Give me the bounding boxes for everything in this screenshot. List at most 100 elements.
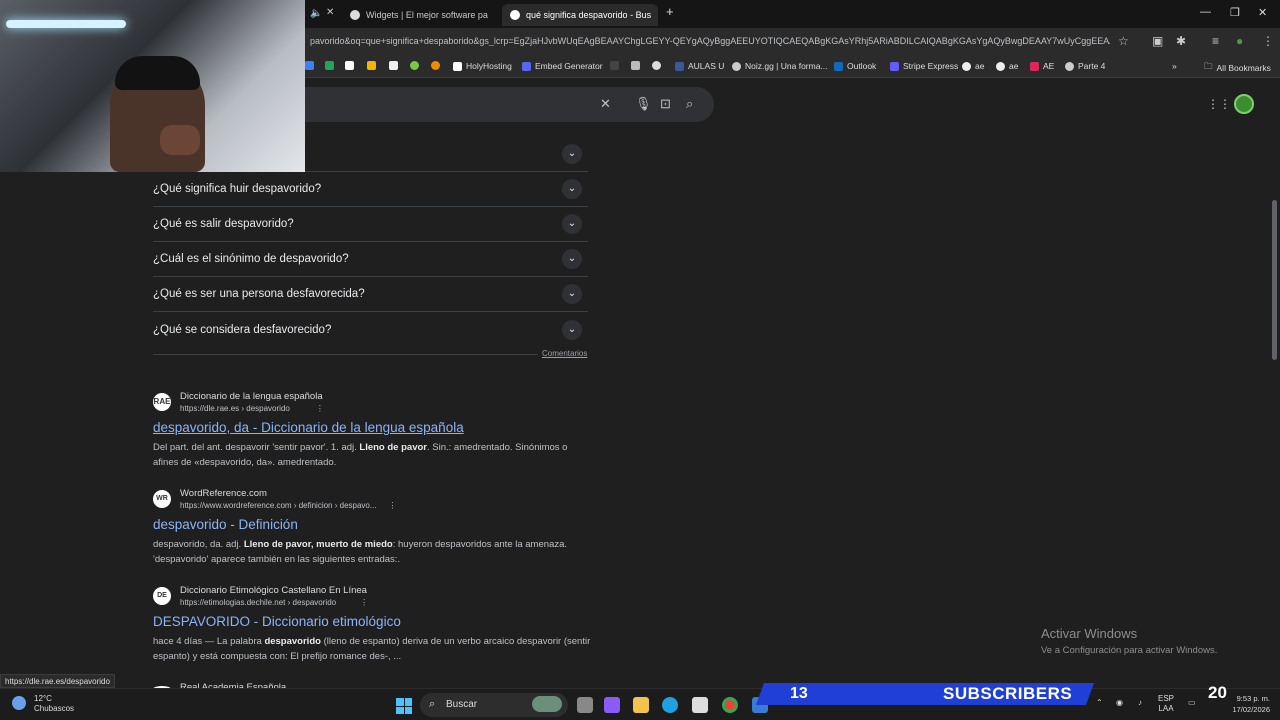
restore-button[interactable]: ❐ bbox=[1230, 6, 1240, 19]
taskbar-search[interactable]: ⌕ Buscar bbox=[420, 693, 568, 717]
close-window-button[interactable]: ✕ bbox=[1258, 6, 1267, 19]
extensions-icon[interactable]: ✱ bbox=[1176, 34, 1186, 48]
more-options-icon[interactable]: ⋮ bbox=[316, 404, 324, 413]
tab-widgets[interactable]: Widgets | El mejor software pa ✕ bbox=[342, 4, 498, 26]
feedback-link[interactable]: Comentarios bbox=[542, 349, 587, 358]
tray-chevron-icon[interactable]: ⌃ bbox=[1096, 698, 1103, 708]
clear-search-icon[interactable]: ✕ bbox=[600, 96, 611, 112]
volume-tray-icon[interactable]: ♪ bbox=[1138, 698, 1142, 708]
chevron-down-icon[interactable]: ⌄ bbox=[562, 179, 582, 199]
chevron-down-icon[interactable]: ⌄ bbox=[562, 284, 582, 304]
task-view-icon[interactable] bbox=[577, 697, 593, 713]
result-title-link[interactable]: despavorido - Definición bbox=[153, 517, 298, 532]
menu-icon[interactable]: ⋮ bbox=[1262, 34, 1274, 48]
overlay-number: 20 bbox=[1208, 683, 1227, 702]
url-input[interactable]: pavorido&oq=que+significa+despaborido&gs… bbox=[310, 36, 1110, 46]
bookmark-icon[interactable] bbox=[325, 61, 334, 70]
bookmark-icon[interactable] bbox=[652, 61, 661, 70]
tab-close-icon[interactable]: ✕ bbox=[326, 7, 334, 18]
chevron-down-icon[interactable]: ⌄ bbox=[562, 320, 582, 340]
widgets-app-icon[interactable] bbox=[604, 697, 620, 713]
sidepanel-icon[interactable]: ▣ bbox=[1152, 34, 1163, 48]
etimologias-favicon-icon: DE bbox=[153, 587, 171, 605]
bookmark-icon[interactable] bbox=[610, 61, 619, 70]
bookmark-label: AE bbox=[1043, 61, 1055, 71]
result-site-name[interactable]: Diccionario de la lengua española bbox=[180, 391, 323, 402]
bookmark-icon[interactable] bbox=[345, 61, 354, 70]
profile-icon[interactable]: ● bbox=[1236, 34, 1243, 48]
bookmark-noiz[interactable]: Noiz.gg | Una forma... bbox=[732, 61, 828, 71]
chrome-icon[interactable] bbox=[722, 697, 738, 713]
bookmark-holyhosting[interactable]: HolyHosting bbox=[453, 61, 512, 71]
paa-item[interactable]: ¿Qué significa huir despavorido? ⌄ bbox=[153, 172, 588, 207]
all-bookmarks-folder[interactable]: 🗀 All Bookmarks bbox=[1204, 61, 1271, 75]
account-avatar[interactable] bbox=[1234, 94, 1254, 114]
bookmark-outlook[interactable]: Outlook bbox=[834, 61, 876, 71]
page-scrollbar[interactable] bbox=[1272, 200, 1277, 360]
store-icon[interactable] bbox=[692, 697, 708, 713]
edge-icon[interactable] bbox=[662, 697, 678, 713]
bookmark-ae[interactable]: ae bbox=[962, 61, 984, 71]
bookmark-icon[interactable] bbox=[410, 61, 419, 70]
bookmark-icon[interactable] bbox=[305, 61, 314, 70]
paa-item[interactable]: ¿Cuál es el sinónimo de despavorido? ⌄ bbox=[153, 242, 588, 277]
bookmark-label: Parte 4 bbox=[1078, 61, 1106, 71]
google-favicon-icon bbox=[510, 10, 520, 20]
paa-item[interactable]: ¿Qué es ser una persona desfavorecida? ⌄ bbox=[153, 277, 588, 312]
bookmark-star-icon[interactable]: ☆ bbox=[1118, 34, 1129, 48]
result-cite[interactable]: https://dle.rae.es › despavorido ⋮ bbox=[180, 404, 324, 413]
notification-tray-icon[interactable]: ▭ bbox=[1188, 698, 1196, 708]
taskbar-search-label: Buscar bbox=[446, 699, 478, 710]
bookmark-aulas-u[interactable]: AULAS U bbox=[675, 61, 724, 71]
bookmark-icon[interactable] bbox=[389, 61, 398, 70]
more-bookmarks-icon[interactable]: » bbox=[1172, 61, 1177, 71]
search-icon: ⌕ bbox=[429, 698, 436, 710]
chevron-down-icon[interactable]: ⌄ bbox=[562, 214, 582, 234]
media-icon[interactable]: ≡ bbox=[1212, 34, 1219, 48]
chevron-down-icon[interactable]: ⌄ bbox=[562, 144, 582, 164]
result-site-name[interactable]: Diccionario Etimológico Castellano En Lí… bbox=[180, 585, 367, 596]
search-box[interactable]: ✕ 🎙 ⊡ ⌕ bbox=[300, 87, 714, 122]
new-tab-button[interactable]: + bbox=[666, 4, 674, 19]
bookmark-icon[interactable] bbox=[631, 61, 640, 70]
language-indicator[interactable]: ESP LAA bbox=[1158, 694, 1174, 714]
windows-start-icon[interactable] bbox=[396, 698, 412, 714]
voice-search-icon[interactable]: 🎙 bbox=[635, 96, 652, 112]
file-explorer-icon[interactable] bbox=[633, 697, 649, 713]
tab-google-search[interactable]: qué significa despavorido - Bus ✕ bbox=[502, 4, 658, 26]
windows-activation-watermark: Activar Windows Ve a Configuración para … bbox=[1041, 626, 1217, 656]
paa-item[interactable]: ¿Qué se considera desfavorecido? ⌄ bbox=[153, 313, 588, 348]
bookmark-icon[interactable] bbox=[367, 61, 376, 70]
chevron-down-icon[interactable]: ⌄ bbox=[562, 249, 582, 269]
weather-icon bbox=[12, 696, 26, 710]
weather-widget[interactable]: 12°C Chubascos bbox=[12, 694, 74, 714]
streamer-hand bbox=[160, 125, 200, 155]
bookmark-label: ae bbox=[975, 61, 985, 71]
bookmark-embed-generator[interactable]: Embed Generator bbox=[522, 61, 603, 71]
lens-search-icon[interactable]: ⊡ bbox=[660, 96, 671, 112]
paa-question: ¿Qué significa huir despavorido? bbox=[153, 183, 322, 195]
streamer-hair bbox=[115, 56, 200, 90]
paa-item[interactable]: ¿Qué es salir despavorido? ⌄ bbox=[153, 207, 588, 242]
bookmark-parte-4[interactable]: Parte 4 bbox=[1065, 61, 1105, 71]
activation-subtitle: Ve a Configuración para activar Windows. bbox=[1041, 645, 1218, 656]
weather-temp: 12°C bbox=[34, 694, 52, 703]
bookmark-stripe-express[interactable]: Stripe Express bbox=[890, 61, 958, 71]
minimize-button[interactable]: — bbox=[1200, 6, 1211, 18]
result-site-name[interactable]: WordReference.com bbox=[180, 488, 267, 499]
subscriber-count: 13 bbox=[790, 685, 808, 702]
bookmark-icon[interactable] bbox=[431, 61, 440, 70]
bookmark-label: AULAS U bbox=[688, 61, 725, 71]
more-options-icon[interactable]: ⋮ bbox=[360, 598, 368, 607]
result-title-link[interactable]: DESPAVORIDO - Diccionario etimológico bbox=[153, 614, 401, 629]
taskbar-clock[interactable]: 9:53 p. m. 17/02/2026 bbox=[1226, 693, 1270, 715]
network-tray-icon[interactable]: ◉ bbox=[1116, 698, 1123, 708]
result-title-link[interactable]: despavorido, da - Diccionario de la leng… bbox=[153, 420, 464, 435]
more-options-icon[interactable]: ⋮ bbox=[389, 501, 397, 510]
result-cite[interactable]: https://etimologias.dechile.net › despav… bbox=[180, 598, 368, 607]
bookmark-label: HolyHosting bbox=[466, 61, 512, 71]
bookmark-ae-red[interactable]: AE bbox=[1030, 61, 1054, 71]
result-cite[interactable]: https://www.wordreference.com › definici… bbox=[180, 501, 397, 510]
search-icon[interactable]: ⌕ bbox=[686, 96, 693, 112]
bookmark-ae[interactable]: ae bbox=[996, 61, 1018, 71]
